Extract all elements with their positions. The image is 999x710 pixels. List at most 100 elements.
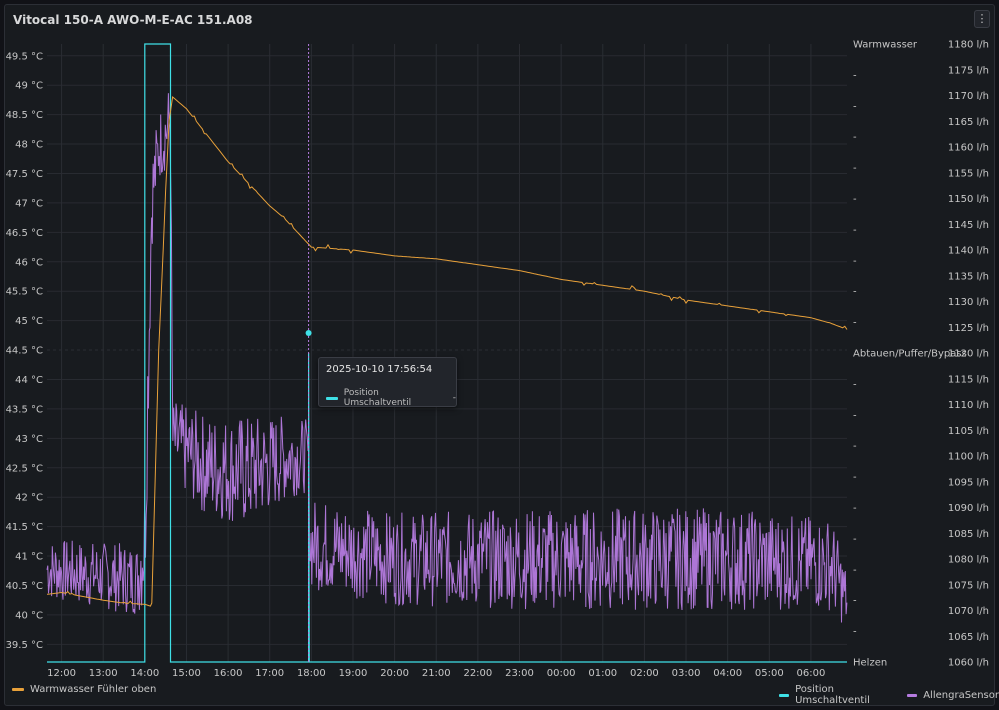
y-flow-tick-label: 1115 l/h [948, 374, 989, 385]
y-state-label: Helzen [853, 658, 887, 669]
x-tick-label: 23:00 [505, 668, 534, 679]
y-flow-tick-label: 1090 l/h [948, 503, 989, 514]
y-state-label: - [853, 534, 857, 545]
y-left-tick-label: 46 °C [15, 257, 43, 268]
y-flow-tick-label: 1145 l/h [948, 220, 989, 231]
y-flow-tick-label: 1100 l/h [948, 452, 989, 463]
tooltip-series: Position Umschaltventil [343, 388, 412, 408]
y-state-label: - [853, 318, 857, 329]
y-flow-tick-label: 1110 l/h [948, 400, 989, 411]
y-state-label: - [853, 441, 857, 452]
legend-right: Position Umschaltventil AllengraSensor [779, 684, 999, 706]
tooltip-time: 2025-10-10 17:56:54 [326, 364, 433, 375]
y-left-tick-label: 39.5 °C [6, 640, 43, 651]
x-tick-label: 06:00 [797, 668, 826, 679]
y-left-tick-label: 41 °C [15, 552, 43, 563]
y-state-label: - [853, 379, 857, 390]
x-tick-label: 12:00 [47, 668, 76, 679]
y-flow-tick-label: 1170 l/h [948, 91, 989, 102]
x-tick-label: 21:00 [422, 668, 451, 679]
y-flow-tick-label: 1095 l/h [948, 477, 989, 488]
x-tick-label: 18:00 [297, 668, 326, 679]
x-tick-label: 14:00 [130, 668, 159, 679]
y-left-tick-label: 48 °C [15, 140, 43, 151]
x-tick-label: 04:00 [713, 668, 742, 679]
legend-left: Warmwasser Fühler oben [12, 684, 156, 695]
y-flow-tick-label: 1105 l/h [948, 426, 989, 437]
tooltip: 2025-10-10 17:56:54 Position Umschaltven… [318, 357, 457, 408]
x-tick-label: 16:00 [214, 668, 243, 679]
y-flow-tick-label: 1120 l/h [948, 349, 989, 360]
y-state-label: - [853, 256, 857, 267]
y-left-tick-label: 45.5 °C [6, 287, 43, 298]
y-left-tick-label: 44.5 °C [6, 346, 43, 357]
y-state-label: - [853, 163, 857, 174]
y-flow-tick-label: 1155 l/h [948, 168, 989, 179]
y-left-tick-label: 49.5 °C [6, 51, 43, 62]
y-left-tick-label: 47 °C [15, 198, 43, 209]
legend-swatch-orange [12, 688, 24, 691]
x-tick-label: 13:00 [89, 668, 118, 679]
y-state-label: Warmwasser [853, 40, 918, 51]
y-flow-tick-label: 1165 l/h [948, 117, 989, 128]
x-tick-label: 02:00 [630, 668, 659, 679]
y-left-tick-label: 42 °C [15, 493, 43, 504]
y-flow-tick-label: 1180 l/h [948, 40, 989, 51]
tooltip-value: - [452, 393, 456, 403]
y-left-tick-label: 40 °C [15, 610, 43, 621]
y-state-label: - [853, 101, 857, 112]
x-tick-label: 15:00 [172, 668, 201, 679]
y-flow-tick-label: 1065 l/h [948, 632, 989, 643]
y-flow-tick-label: 1060 l/h [948, 658, 989, 669]
chart[interactable]: 39.5 °C 40 °C 40.5 °C 41 °C 41.5 °C 42 °C 42.5… [0, 0, 999, 710]
y-state-label: - [853, 627, 857, 638]
y-flow-tick-label: 1085 l/h [948, 529, 989, 540]
y-flow-tick-label: 1140 l/h [948, 246, 989, 257]
legend-swatch-purple [907, 693, 918, 697]
y-left-tick-label: 44 °C [15, 375, 43, 386]
y-flow-tick-label: 1135 l/h [948, 271, 989, 282]
y-flow-tick-label: 1125 l/h [948, 323, 989, 334]
y-left-tick-label: 40.5 °C [6, 581, 43, 592]
y-state-label: - [853, 194, 857, 205]
legend-item-umschaltventil[interactable]: Position Umschaltventil [795, 684, 893, 706]
y-state-label: - [853, 503, 857, 514]
legend-swatch-cyan [779, 693, 790, 697]
y-left-tick-label: 45 °C [15, 316, 43, 327]
y-state-label: - [853, 225, 857, 236]
y-left-tick-label: 42.5 °C [6, 463, 43, 474]
x-tick-label: 01:00 [588, 668, 617, 679]
x-tick-label: 03:00 [672, 668, 701, 679]
y-left-tick-label: 49 °C [15, 81, 43, 92]
x-tick-label: 22:00 [463, 668, 492, 679]
y-state-label: - [853, 70, 857, 81]
x-tick-label: 17:00 [255, 668, 284, 679]
x-tick-label: 19:00 [339, 668, 368, 679]
y-left-tick-label: 48.5 °C [6, 110, 43, 121]
y-flow-tick-label: 1150 l/h [948, 194, 989, 205]
tooltip-swatch [326, 396, 338, 400]
y-flow-tick-label: 1175 l/h [948, 65, 989, 76]
x-tick-label: 00:00 [547, 668, 576, 679]
y-flow-tick-label: 1075 l/h [948, 580, 989, 591]
y-left-tick-label: 41.5 °C [6, 522, 43, 533]
y-flow-tick-label: 1070 l/h [948, 606, 989, 617]
y-flow-tick-label: 1080 l/h [948, 555, 989, 566]
hover-marker [305, 330, 312, 336]
x-tick-label: 05:00 [755, 668, 784, 679]
legend-item-warmwasser[interactable]: Warmwasser Fühler oben [30, 684, 156, 695]
tooltip-row: Position Umschaltventil - [326, 388, 456, 408]
y-state-label: - [853, 287, 857, 298]
y-state-label: - [853, 472, 857, 483]
y-flow-tick-label: 1130 l/h [948, 297, 989, 308]
legend-item-allengra[interactable]: AllengraSensor [923, 690, 999, 701]
y-state-label: - [853, 132, 857, 143]
y-state-label: - [853, 410, 857, 421]
y-state-label: - [853, 596, 857, 607]
y-left-tick-label: 47.5 °C [6, 169, 43, 180]
y-left-tick-label: 43 °C [15, 434, 43, 445]
y-state-label: - [853, 565, 857, 576]
y-left-tick-label: 43.5 °C [6, 404, 43, 415]
x-tick-label: 20:00 [380, 668, 409, 679]
y-left-tick-label: 46.5 °C [6, 228, 43, 239]
